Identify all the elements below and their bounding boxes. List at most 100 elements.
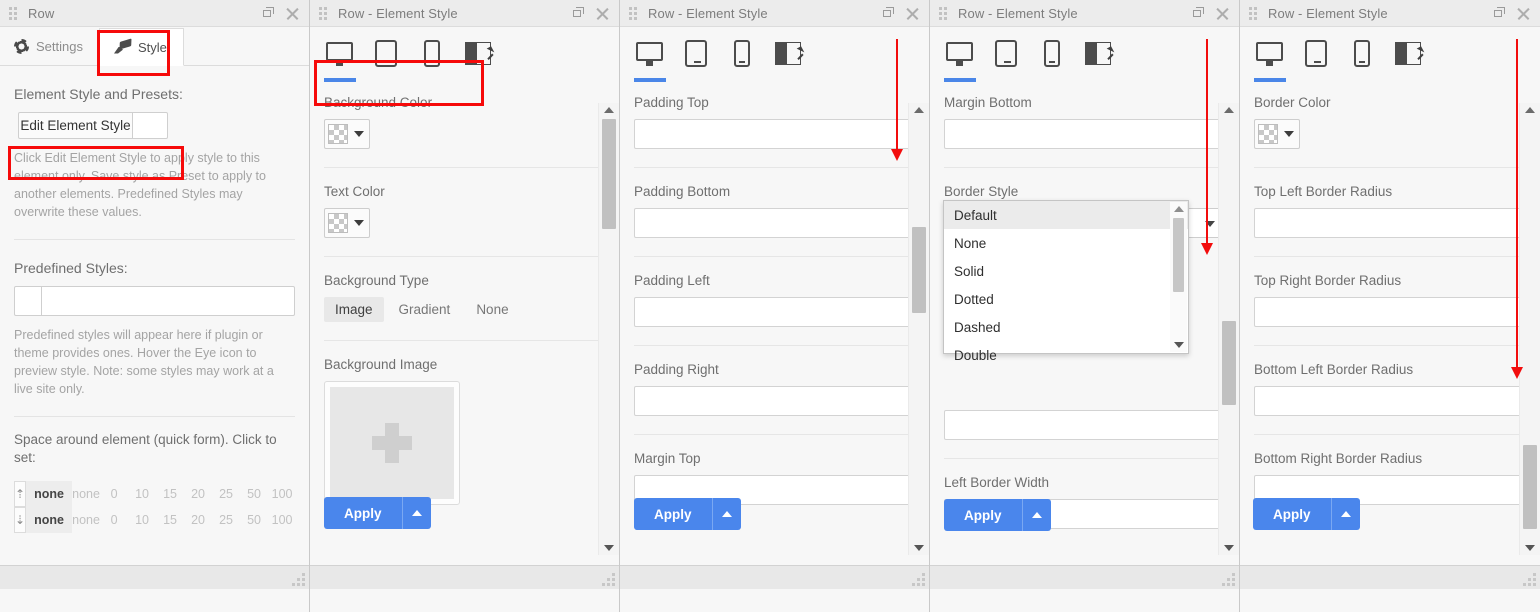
background-type-option-gradient[interactable]: Gradient — [388, 297, 462, 322]
space-top-option[interactable]: 10 — [128, 481, 156, 507]
panel5-titlebar[interactable]: Row - Element Style — [1240, 0, 1540, 27]
close-icon[interactable] — [906, 7, 919, 20]
scrollbar-thumb[interactable] — [602, 119, 616, 229]
scroll-up-arrow-icon[interactable] — [1224, 107, 1234, 113]
resize-grip-icon[interactable] — [292, 573, 305, 586]
device-tab-hover-state[interactable] — [462, 39, 495, 79]
resize-grip-icon[interactable] — [602, 573, 615, 586]
apply-button[interactable]: Apply — [324, 497, 402, 529]
padding-top-input[interactable] — [634, 119, 915, 149]
scroll-up-arrow-icon[interactable] — [604, 107, 614, 113]
space-bottom-option[interactable]: 10 — [128, 507, 156, 533]
drag-handle-icon[interactable] — [6, 6, 20, 20]
apply-options-button[interactable] — [1021, 499, 1051, 531]
restore-icon[interactable] — [263, 6, 276, 20]
device-tab-desktop[interactable] — [1254, 39, 1286, 82]
scroll-down-arrow-icon[interactable] — [604, 545, 614, 551]
device-tab-phone[interactable] — [1346, 39, 1378, 79]
restore-icon[interactable] — [1193, 6, 1206, 20]
restore-icon[interactable] — [573, 6, 586, 20]
tab-settings[interactable]: Settings — [0, 27, 99, 65]
space-top-option[interactable]: 50 — [240, 481, 268, 507]
top-right-border-radius-input[interactable] — [1254, 297, 1526, 327]
scroll-down-arrow-icon[interactable] — [1525, 545, 1535, 551]
background-type-option-none[interactable]: None — [465, 297, 519, 322]
dropdown-option-default[interactable]: Default — [944, 201, 1188, 229]
device-tab-phone[interactable] — [1036, 39, 1068, 79]
scroll-up-arrow-icon[interactable] — [1525, 107, 1535, 113]
device-tab-desktop[interactable] — [944, 39, 976, 82]
resize-grip-icon[interactable] — [1222, 573, 1235, 586]
scroll-down-arrow-icon[interactable] — [1174, 342, 1184, 348]
space-bottom-option[interactable]: 50 — [240, 507, 268, 533]
panel4-scrollbar[interactable] — [1218, 103, 1239, 555]
scroll-up-arrow-icon[interactable] — [1174, 206, 1184, 212]
device-tab-tablet[interactable] — [680, 39, 712, 79]
resize-grip-icon[interactable] — [1523, 573, 1536, 586]
space-bottom-option[interactable]: 20 — [184, 507, 212, 533]
panel3-titlebar[interactable]: Row - Element Style — [620, 0, 929, 27]
arrow-up-to-line-icon[interactable]: ⇡ — [14, 481, 27, 507]
right-border-width-input[interactable] — [944, 410, 1225, 440]
close-icon[interactable] — [1517, 7, 1530, 20]
device-tab-desktop[interactable] — [324, 39, 356, 82]
apply-button[interactable]: Apply — [1253, 498, 1331, 530]
device-tab-hover-state[interactable] — [1392, 39, 1425, 79]
dropdown-option-dashed[interactable]: Dashed — [944, 313, 1188, 341]
dropdown-option-solid[interactable]: Solid — [944, 257, 1188, 285]
scroll-down-arrow-icon[interactable] — [914, 545, 924, 551]
drag-handle-icon[interactable] — [626, 6, 640, 20]
space-top-option[interactable]: none — [72, 481, 100, 507]
space-bottom-option[interactable]: 0 — [100, 507, 128, 533]
drag-handle-icon[interactable] — [316, 6, 330, 20]
bottom-left-border-radius-input[interactable] — [1254, 386, 1526, 416]
scrollbar-thumb[interactable] — [1523, 445, 1537, 529]
drag-handle-icon[interactable] — [1246, 6, 1260, 20]
scrollbar-thumb[interactable] — [912, 227, 926, 313]
space-bottom-option[interactable]: 25 — [212, 507, 240, 533]
space-bottom-option[interactable]: none — [72, 507, 100, 533]
apply-button[interactable]: Apply — [944, 499, 1022, 531]
scroll-up-arrow-icon[interactable] — [914, 107, 924, 113]
text-color-picker[interactable] — [324, 208, 370, 238]
device-tab-hover-state[interactable] — [772, 39, 805, 79]
apply-options-button[interactable] — [401, 497, 431, 529]
background-color-picker[interactable] — [324, 119, 370, 149]
top-left-border-radius-input[interactable] — [1254, 208, 1526, 238]
background-image-upload[interactable] — [324, 381, 460, 505]
space-top-option[interactable]: 100 — [268, 481, 296, 507]
border-style-dropdown-list[interactable]: Default None Solid Dotted Dashed Double — [943, 200, 1189, 363]
panel4-titlebar[interactable]: Row - Element Style — [930, 0, 1239, 27]
panel5-scrollbar[interactable] — [1519, 103, 1540, 555]
tab-style[interactable]: Style — [98, 28, 184, 66]
preset-extra-button[interactable] — [133, 112, 168, 139]
dropdown-scrollbar-thumb[interactable] — [1173, 218, 1184, 292]
dropdown-option-none[interactable]: None — [944, 229, 1188, 257]
scroll-down-arrow-icon[interactable] — [1224, 545, 1234, 551]
apply-options-button[interactable] — [1330, 498, 1360, 530]
device-tab-tablet[interactable] — [990, 39, 1022, 79]
scrollbar-thumb[interactable] — [1222, 321, 1236, 405]
device-tab-phone[interactable] — [416, 39, 448, 79]
background-type-option-image[interactable]: Image — [324, 297, 384, 322]
panel1-titlebar[interactable]: Row — [0, 0, 309, 27]
space-bottom-option[interactable]: 15 — [156, 507, 184, 533]
device-tab-hover-state[interactable] — [1082, 39, 1115, 79]
padding-bottom-input[interactable] — [634, 208, 915, 238]
close-icon[interactable] — [1216, 7, 1229, 20]
arrow-down-to-line-icon[interactable]: ⇣ — [14, 507, 27, 533]
eye-preview-cell[interactable] — [15, 287, 42, 315]
space-bottom-option[interactable]: 100 — [268, 507, 296, 533]
space-top-option[interactable]: 20 — [184, 481, 212, 507]
dropdown-option-double[interactable]: Double — [944, 341, 1188, 369]
apply-button[interactable]: Apply — [634, 498, 712, 530]
restore-icon[interactable] — [883, 6, 896, 20]
border-color-picker[interactable] — [1254, 119, 1300, 149]
panel3-scrollbar[interactable] — [908, 103, 929, 555]
predefined-styles-input[interactable] — [14, 286, 295, 316]
close-icon[interactable] — [286, 7, 299, 20]
space-top-option[interactable]: 0 — [100, 481, 128, 507]
device-tab-phone[interactable] — [726, 39, 758, 79]
device-tab-tablet[interactable] — [1300, 39, 1332, 79]
edit-element-style-button[interactable]: Edit Element Style — [18, 112, 133, 139]
